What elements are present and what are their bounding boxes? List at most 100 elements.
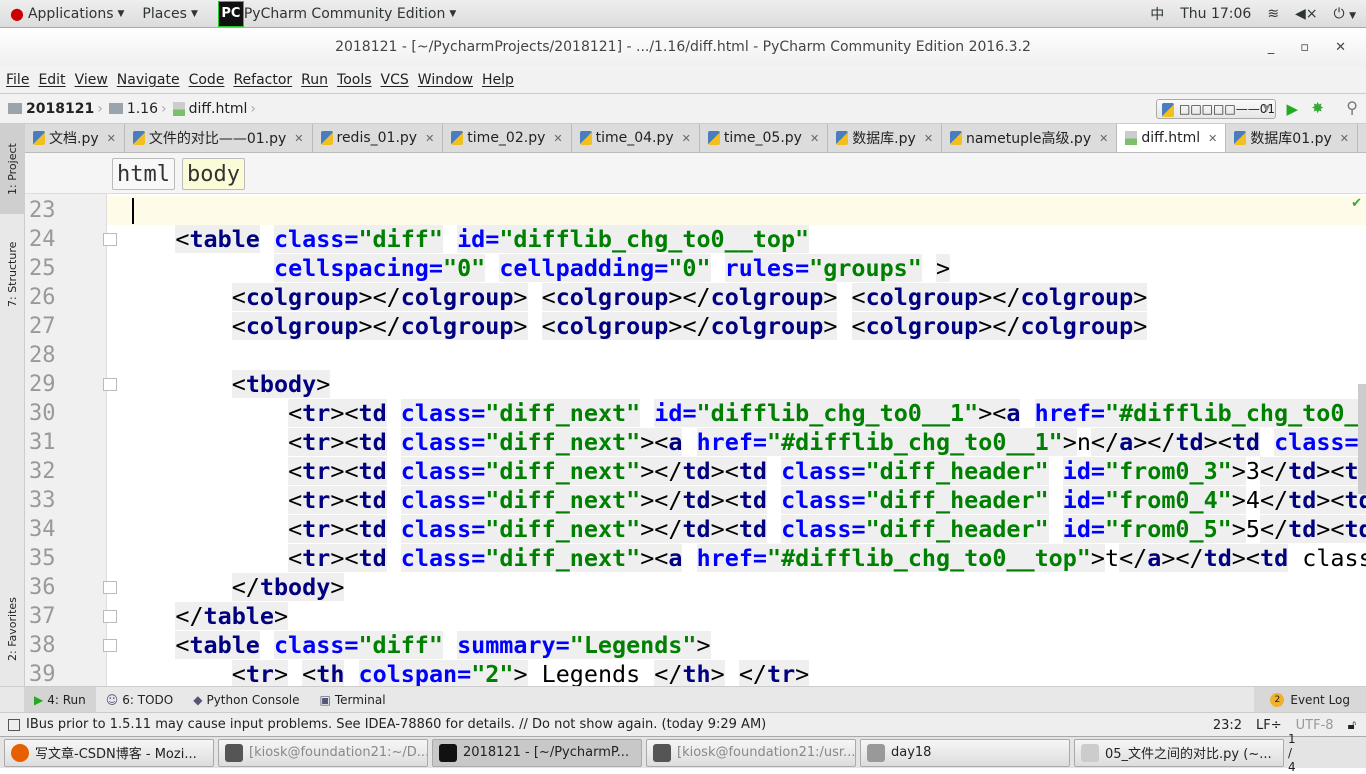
terminal-icon	[225, 743, 243, 762]
close-tab-icon[interactable]: ✕	[682, 132, 691, 145]
menu-navigate[interactable]: Navigate	[117, 72, 180, 88]
editor-tab[interactable]: 文件的对比——01.py ✕	[125, 124, 313, 152]
editor-tab[interactable]: nametuple高级.py ✕	[942, 124, 1118, 152]
taskbar-item[interactable]: 05_文件之间的对比.py (~...	[1074, 738, 1284, 767]
attribute-name: class=	[400, 544, 486, 572]
tag-bracket: >	[640, 515, 655, 543]
code-line: <tr> <th colspan="2"> Legends </th> </tr…	[231, 660, 810, 686]
close-tab-icon[interactable]: ✕	[425, 132, 434, 145]
tag-name: table	[189, 225, 260, 253]
close-tab-icon[interactable]: ✕	[810, 132, 819, 145]
fold-marker-icon[interactable]	[103, 610, 117, 623]
code-line: <table class="diff" summary="Legends">	[175, 631, 711, 660]
tag-bracket: <	[231, 283, 246, 311]
menu-file[interactable]: File	[6, 72, 29, 88]
structure-tool-tab[interactable]: 7: Structure	[0, 224, 25, 324]
close-button[interactable]: ✕	[1335, 40, 1346, 55]
toolwindow-run[interactable]: ▶ 4: Run	[24, 686, 96, 713]
python-file-icon	[836, 131, 849, 145]
event-log-button[interactable]: 2 Event Log	[1254, 687, 1366, 713]
workspace-switcher[interactable]: 1 / 4	[1288, 732, 1296, 774]
maximize-button[interactable]: ▫	[1300, 40, 1309, 55]
status-toggle-icon[interactable]	[8, 718, 20, 731]
status-message[interactable]: IBus prior to 1.5.11 may cause input pro…	[26, 717, 766, 732]
navigation-bar: 2018121 › 1.16 › diff.html › □□□□□——01 ▼ ▶ ✸…	[0, 94, 1366, 124]
menu-refactor[interactable]: Refactor	[233, 72, 292, 88]
fold-marker-icon[interactable]	[103, 378, 117, 391]
debug-icon[interactable]: ✸	[1311, 99, 1324, 117]
wifi-icon[interactable]: ≋	[1267, 6, 1279, 22]
taskbar-item[interactable]: 写文章-CSDN博客 - Mozi...	[4, 738, 214, 767]
tag-bracket: >	[1062, 428, 1077, 456]
run-configuration-select[interactable]: □□□□□——01 ▼	[1156, 99, 1276, 119]
favorites-tool-tab[interactable]: 2: Favorites	[0, 584, 25, 674]
line-number: 36	[29, 575, 56, 600]
volume-muted-icon[interactable]: ◀×	[1295, 6, 1318, 22]
menu-edit[interactable]: Edit	[38, 72, 65, 88]
editor-tab[interactable]: time_05.py ✕	[700, 124, 829, 152]
menu-help[interactable]: Help	[482, 72, 514, 88]
editor-tab[interactable]: redis_01.py ✕	[313, 124, 444, 152]
close-tab-icon[interactable]: ✕	[1208, 132, 1217, 145]
taskbar-item[interactable]: [kiosk@foundation21:/usr...	[646, 738, 856, 767]
taskbar-item[interactable]: day18	[860, 738, 1070, 767]
toolwindow-todo[interactable]: ☺ 6: TODO	[96, 687, 183, 713]
tag-bracket: <	[851, 283, 866, 311]
search-icon[interactable]: ⚲	[1346, 98, 1358, 117]
code-editor[interactable]: 23 24 25 26 27 28 29 30 31 32 33 34 35 36 37 38 39 <tabl…	[25, 194, 1366, 686]
tag-crumb-body[interactable]: body	[182, 158, 245, 190]
menu-vcs[interactable]: VCS	[381, 72, 409, 88]
fold-marker-icon[interactable]	[103, 581, 117, 594]
tag-bracket: </	[1259, 515, 1289, 543]
input-method[interactable]: 中	[1150, 4, 1164, 24]
caret-position[interactable]: 23:2	[1213, 718, 1242, 733]
toolwindow-terminal[interactable]: ▣ Terminal	[310, 687, 396, 713]
scrollbar[interactable]	[1358, 384, 1366, 494]
close-tab-icon[interactable]: ✕	[1099, 132, 1108, 145]
close-tab-icon[interactable]: ✕	[553, 132, 562, 145]
line-number: 29	[29, 372, 56, 397]
tag-bracket: </	[738, 660, 767, 686]
tag-name: table	[189, 631, 260, 659]
menu-run[interactable]: Run	[301, 72, 328, 88]
line-separator[interactable]: LF÷	[1256, 718, 1282, 733]
applications-menu[interactable]: ● Applications ▼	[10, 4, 124, 23]
editor-tab[interactable]: 数据库01.py ✕	[1226, 124, 1358, 152]
breadcrumb-folder[interactable]: 1.16 ›	[108, 101, 167, 117]
breadcrumb-project[interactable]: 2018121 ›	[8, 101, 103, 117]
line-number: 34	[29, 517, 56, 542]
lock-icon[interactable]: 🔓︎	[1348, 718, 1356, 733]
menu-window[interactable]: Window	[418, 72, 473, 88]
breadcrumb-file[interactable]: diff.html ›	[172, 101, 256, 117]
close-tab-icon[interactable]: ✕	[107, 132, 116, 145]
editor-tab[interactable]: 文档.py ✕	[25, 124, 125, 152]
editor-tab[interactable]: time_02.py ✕	[443, 124, 572, 152]
tag-crumb-html[interactable]: html	[112, 158, 175, 190]
project-tool-tab[interactable]: 1: Project	[0, 124, 25, 214]
clock[interactable]: Thu 17:06	[1180, 6, 1251, 22]
power-icon[interactable]: ⏻ ▼	[1334, 6, 1356, 22]
editor-tab[interactable]: time_04.py ✕	[572, 124, 700, 152]
close-tab-icon[interactable]: ✕	[1340, 132, 1349, 145]
menu-tools[interactable]: Tools	[337, 72, 372, 88]
fold-marker-icon[interactable]	[103, 233, 117, 246]
minimize-button[interactable]: _	[1268, 40, 1275, 55]
taskbar-item[interactable]: 2018121 - [~/PycharmP...	[432, 738, 642, 767]
file-encoding[interactable]: UTF-8	[1296, 718, 1334, 733]
menu-view[interactable]: View	[75, 72, 108, 88]
editor-tab[interactable]: diff.html ✕	[1117, 124, 1227, 152]
tab-label: redis_01.py	[336, 130, 418, 146]
taskbar-item[interactable]: [kiosk@foundation21:~/D...	[218, 738, 428, 767]
close-tab-icon[interactable]: ✕	[294, 132, 303, 145]
places-menu[interactable]: Places ▼	[142, 6, 197, 22]
toolwindow-python[interactable]: ◆ Python Console	[183, 687, 309, 713]
tag-bracket: </	[654, 660, 683, 686]
close-tab-icon[interactable]: ✕	[924, 132, 933, 145]
fold-marker-icon[interactable]	[103, 639, 117, 652]
menu-code[interactable]: Code	[189, 72, 225, 88]
editor-tab[interactable]: 数据库.py ✕	[828, 124, 943, 152]
tag-bracket: <	[344, 486, 359, 514]
app-menu[interactable]: PyCharm Community Edition ▼	[244, 6, 456, 22]
text-content	[767, 515, 781, 543]
run-icon[interactable]: ▶	[1286, 100, 1298, 118]
